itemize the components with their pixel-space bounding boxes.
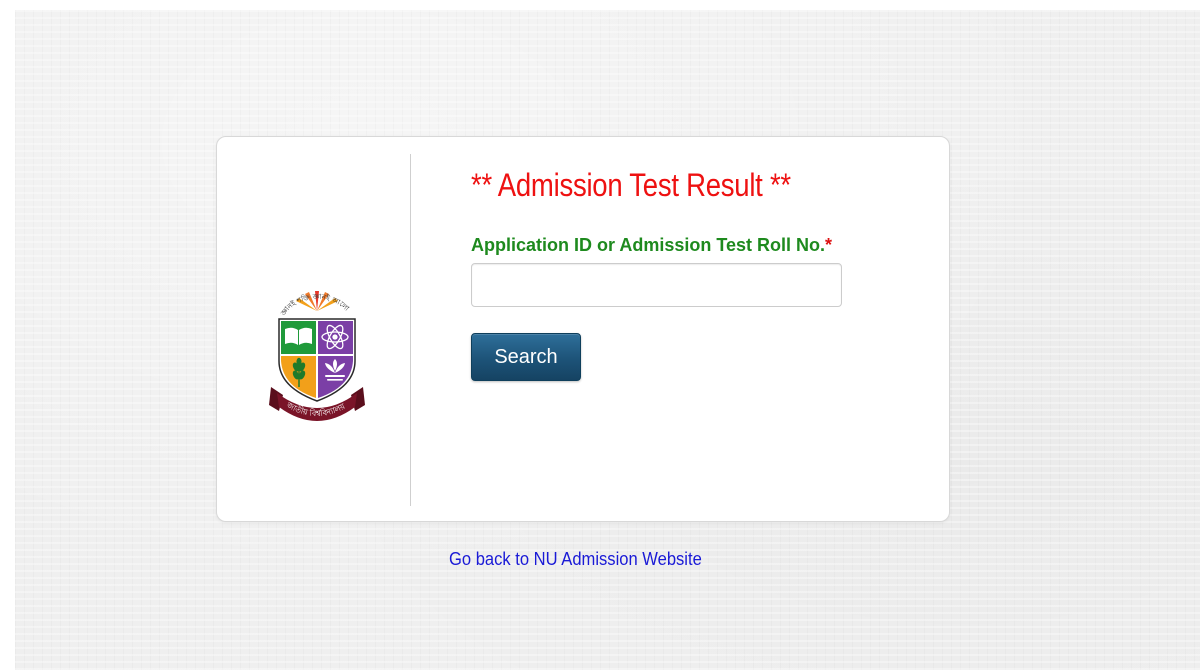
vertical-divider <box>410 154 411 506</box>
back-to-admission-website-link[interactable]: Go back to NU Admission Website <box>449 549 702 570</box>
login-card: জ্ঞানই শক্তি জ্ঞানই আলো জাতীয় বিশ্ববিদ্… <box>216 136 950 522</box>
application-id-input[interactable] <box>471 263 842 307</box>
national-university-logo-icon: জ্ঞানই শক্তি জ্ঞানই আলো জাতীয় বিশ্ববিদ্… <box>269 291 365 421</box>
page-title: ** Admission Test Result ** <box>471 167 791 203</box>
required-marker: * <box>825 235 833 255</box>
search-button[interactable]: Search <box>471 333 581 381</box>
svg-text:জ্ঞানই শক্তি জ্ঞানই আলো: জ্ঞানই শক্তি জ্ঞানই আলো <box>279 293 351 318</box>
application-id-label-text: Application ID or Admission Test Roll No… <box>471 235 826 255</box>
logo-panel: জ্ঞানই শক্তি জ্ঞানই আলো জাতীয় বিশ্ববিদ্… <box>217 137 411 521</box>
application-id-label: Application ID or Admission Test Roll No… <box>471 235 832 256</box>
